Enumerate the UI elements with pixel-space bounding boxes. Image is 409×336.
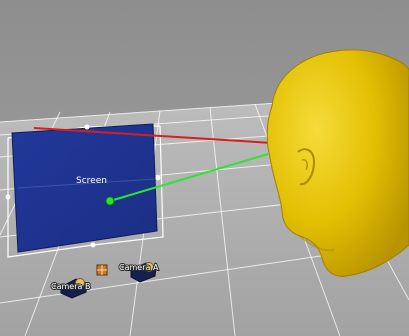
3d-viewport[interactable]: Screen Camera A Camera B xyxy=(0,0,409,336)
screen-handle-top xyxy=(84,124,90,130)
screen-label: Screen xyxy=(76,176,107,186)
screen-handle-left xyxy=(5,194,11,200)
camera-b-label: Camera B xyxy=(51,282,90,291)
gaze-point[interactable] xyxy=(105,196,115,206)
screen-handle-bottom xyxy=(90,242,96,248)
origin-gizmo-icon[interactable] xyxy=(96,264,108,276)
screen-handle-right xyxy=(155,175,161,181)
camera-a-label: Camera A xyxy=(119,263,159,272)
screen-panel[interactable] xyxy=(12,124,157,252)
scene-canvas[interactable]: Screen Camera A Camera B xyxy=(0,0,409,336)
